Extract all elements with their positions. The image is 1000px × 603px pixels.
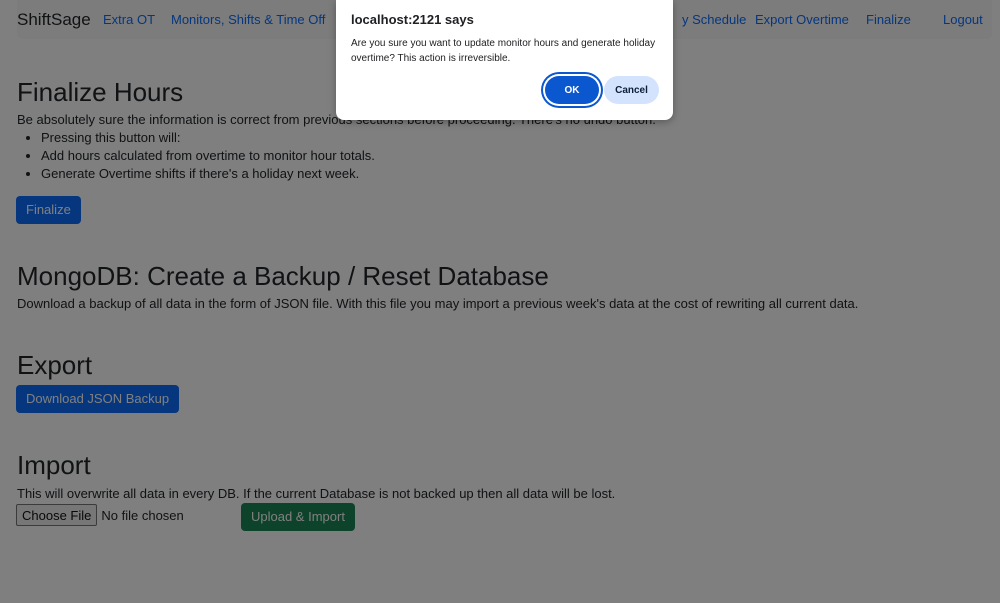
dialog-ok-button[interactable]: OK bbox=[545, 76, 599, 104]
dialog-title: localhost:2121 says bbox=[351, 12, 474, 27]
confirm-dialog: localhost:2121 says Are you sure you wan… bbox=[336, 0, 673, 120]
dialog-cancel-button[interactable]: Cancel bbox=[604, 76, 659, 104]
dialog-message: Are you sure you want to update monitor … bbox=[351, 38, 656, 64]
